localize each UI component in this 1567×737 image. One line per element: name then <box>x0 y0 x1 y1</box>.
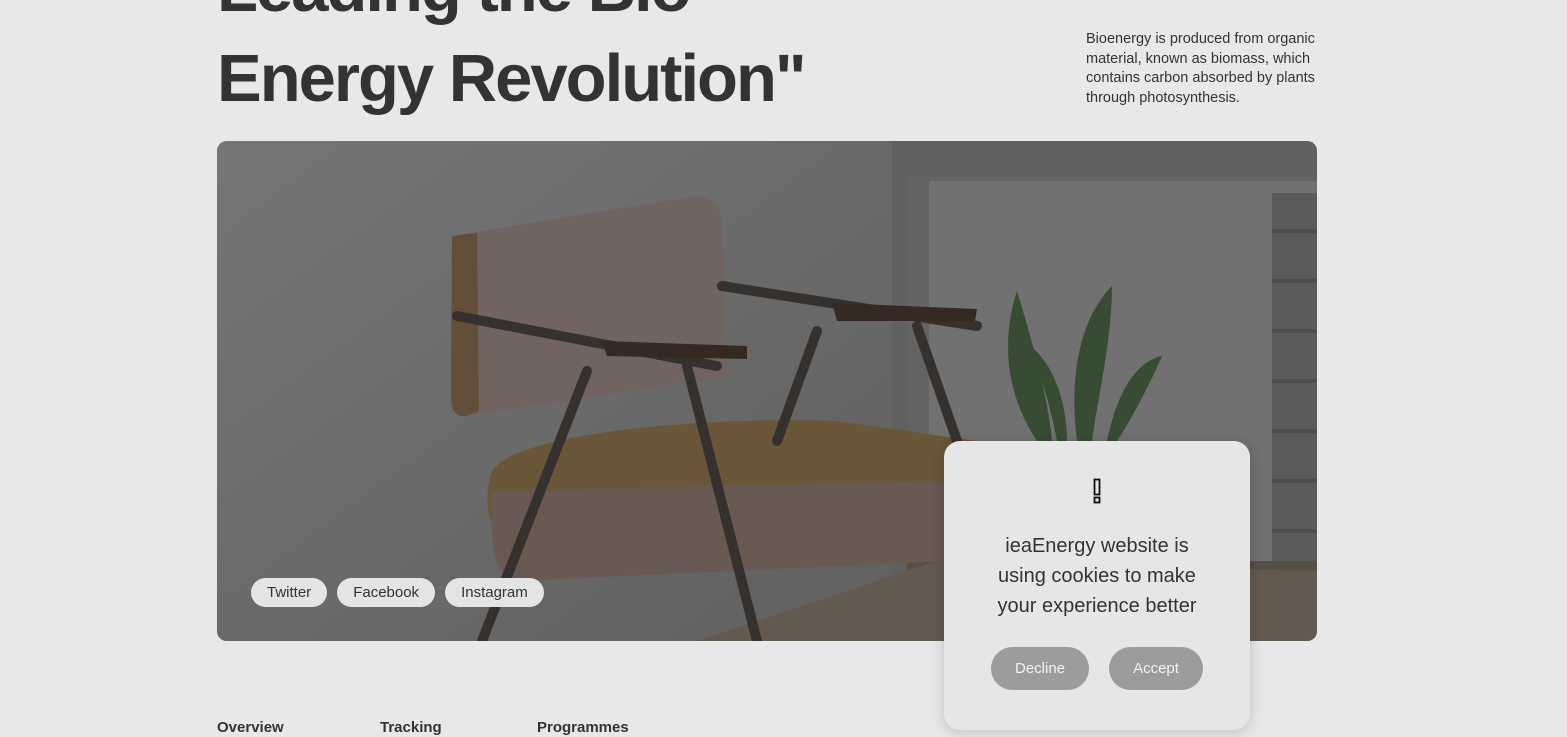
twitter-link[interactable]: Twitter <box>251 578 328 607</box>
tab-tracking[interactable]: Tracking <box>380 719 537 736</box>
cookie-dialog: ieaEnergy website is using cookies to ma… <box>944 441 1250 730</box>
exclamation-icon <box>944 478 1250 504</box>
intro-paragraph: Bioenergy is produced from organic mater… <box>1086 31 1315 106</box>
page-title-line-2: Energy Revolution" <box>217 41 807 116</box>
page-title-line-1: Leading the Bio <box>217 0 977 34</box>
tab-programmes[interactable]: Programmes <box>537 719 629 736</box>
cookie-actions: Decline Accept <box>944 647 1250 690</box>
section-tabs: Overview Tracking Programmes <box>217 719 629 736</box>
facebook-link[interactable]: Facebook <box>337 578 436 607</box>
page-title: Leading the Bio Energy Revolution" <box>217 0 977 124</box>
cookie-message: ieaEnergy website is using cookies to ma… <box>997 535 1197 617</box>
social-links: Twitter Facebook Instagram <box>251 578 544 607</box>
decline-button[interactable]: Decline <box>991 647 1089 690</box>
tab-overview[interactable]: Overview <box>217 719 380 736</box>
accept-button[interactable]: Accept <box>1109 647 1203 690</box>
page: Leading the Bio Energy Revolution" Bioen… <box>0 0 1567 737</box>
instagram-link[interactable]: Instagram <box>445 578 544 607</box>
